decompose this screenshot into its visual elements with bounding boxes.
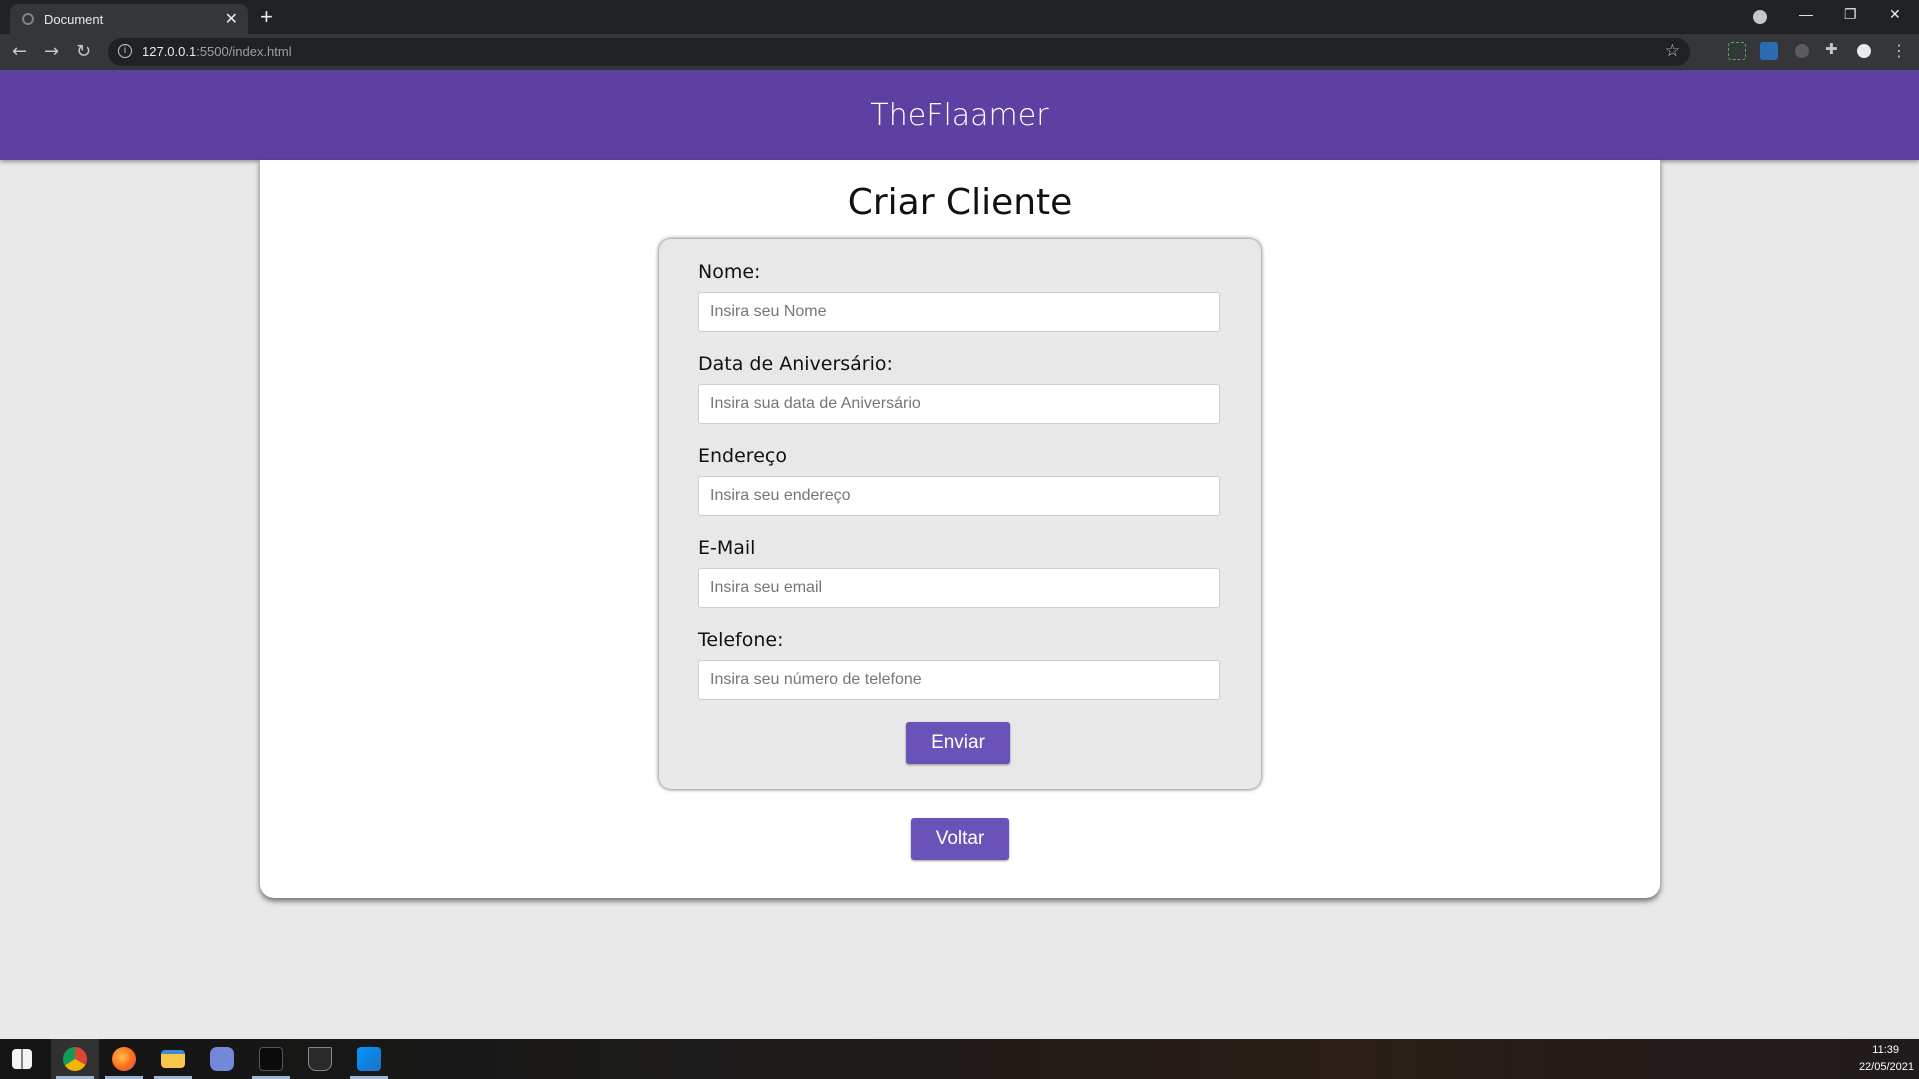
- email-input[interactable]: [698, 568, 1220, 608]
- submit-button[interactable]: Enviar: [906, 722, 1010, 764]
- back-arrow-icon[interactable]: ←: [12, 41, 27, 62]
- address-label: Endereço: [698, 445, 787, 467]
- site-info-icon[interactable]: i: [118, 44, 132, 58]
- profile-avatar-icon[interactable]: [1857, 44, 1871, 58]
- client-form: Nome: Data de Aniversário: Endereço E-Ma…: [659, 239, 1261, 789]
- tab-close-icon[interactable]: ✕: [225, 9, 238, 29]
- address-bar[interactable]: i 127.0.0.1:5500/index.html ☆: [108, 38, 1690, 66]
- window-close-icon[interactable]: ✕: [1889, 6, 1901, 23]
- reload-icon[interactable]: ↻: [76, 41, 91, 62]
- browser-tab[interactable]: Document ✕: [10, 4, 248, 34]
- site-header: TheFlaamer: [0, 70, 1919, 160]
- page-title: Criar Cliente: [847, 182, 1073, 223]
- file-explorer-icon[interactable]: [161, 1050, 185, 1068]
- extension-new-icon[interactable]: [1760, 42, 1778, 60]
- name-label: Nome:: [698, 261, 761, 283]
- back-button[interactable]: Voltar: [911, 818, 1009, 860]
- terminal-app-icon[interactable]: [259, 1047, 283, 1071]
- browser-tab-bar: Document ✕ + — ❐ ✕: [0, 0, 1919, 34]
- new-tab-button[interactable]: +: [260, 4, 273, 30]
- epic-games-icon[interactable]: [308, 1047, 332, 1071]
- screenshot-extension-icon[interactable]: [1728, 42, 1746, 60]
- email-label: E-Mail: [698, 537, 756, 559]
- firefox-icon[interactable]: [112, 1047, 136, 1071]
- taskbar-time[interactable]: 11:39: [1872, 1044, 1899, 1056]
- tab-title: Document: [44, 12, 104, 27]
- bookmark-star-icon[interactable]: ☆: [1665, 41, 1680, 61]
- url-text: 127.0.0.1:5500/index.html: [142, 44, 292, 59]
- taskbar-date[interactable]: 22/05/2021: [1859, 1061, 1914, 1073]
- discord-icon[interactable]: [210, 1047, 234, 1071]
- windows-start-icon[interactable]: [12, 1049, 32, 1069]
- address-input[interactable]: [698, 476, 1220, 516]
- url-host: 127.0.0.1: [142, 44, 197, 59]
- color-picker-extension-icon[interactable]: [1795, 44, 1809, 58]
- birthday-label: Data de Aniversário:: [698, 353, 893, 375]
- browser-toolbar: ← → ↻ i 127.0.0.1:5500/index.html ☆: [0, 34, 1919, 70]
- chrome-icon[interactable]: [63, 1047, 87, 1071]
- tab-search-icon[interactable]: [1753, 10, 1767, 24]
- vscode-icon[interactable]: [357, 1047, 381, 1071]
- restore-icon[interactable]: ❐: [1844, 6, 1857, 23]
- page-viewport: TheFlaamer Criar Cliente Nome: Data de A…: [0, 70, 1919, 1039]
- minimize-icon[interactable]: —: [1799, 6, 1813, 22]
- birthday-input[interactable]: [698, 384, 1220, 424]
- phone-label: Telefone:: [698, 629, 784, 651]
- name-input[interactable]: [698, 292, 1220, 332]
- kebab-menu-icon[interactable]: ⋮: [1890, 41, 1908, 60]
- site-brand: TheFlaamer: [870, 98, 1049, 133]
- puzzle-extensions-icon[interactable]: ✚: [1825, 40, 1843, 58]
- content-panel: Criar Cliente Nome: Data de Aniversário:…: [260, 160, 1660, 898]
- globe-icon: [22, 13, 34, 25]
- windows-taskbar: 11:39 22/05/2021: [0, 1039, 1919, 1079]
- url-path: :5500/index.html: [196, 44, 292, 59]
- forward-arrow-icon[interactable]: →: [44, 41, 59, 62]
- phone-input[interactable]: [698, 660, 1220, 700]
